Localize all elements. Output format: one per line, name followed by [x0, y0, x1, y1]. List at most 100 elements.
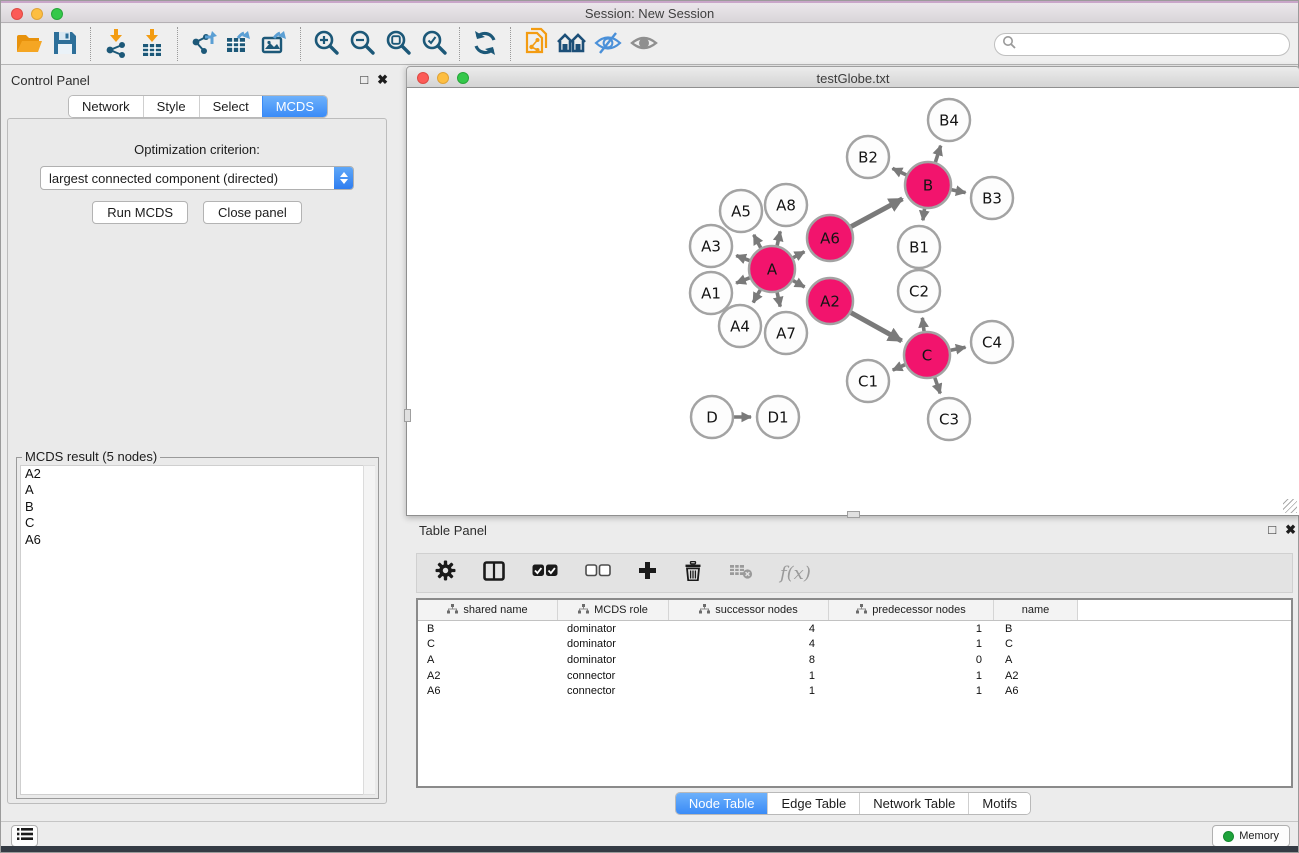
- import-table-button[interactable]: [134, 27, 170, 61]
- graph-node-A[interactable]: A: [749, 246, 795, 292]
- edge-A-A4[interactable]: [753, 290, 760, 303]
- cell[interactable]: A: [418, 654, 558, 666]
- cell[interactable]: 4: [669, 623, 829, 635]
- cell[interactable]: connector: [558, 670, 669, 682]
- edge-A-A2[interactable]: [793, 281, 805, 287]
- cell[interactable]: A: [994, 654, 1078, 666]
- result-list-scrollbar[interactable]: [363, 465, 375, 795]
- table-row-A6[interactable]: A6connector11A6: [418, 683, 1291, 699]
- graph-node-A4[interactable]: A4: [719, 305, 761, 347]
- home-button[interactable]: [554, 27, 590, 61]
- graph-node-B4[interactable]: B4: [928, 99, 970, 141]
- cell[interactable]: dominator: [558, 638, 669, 650]
- graph-node-D1[interactable]: D1: [757, 396, 799, 438]
- table-row-A[interactable]: Adominator80A: [418, 652, 1291, 668]
- export-network-button[interactable]: [185, 27, 221, 61]
- tab-network[interactable]: Network: [69, 96, 143, 117]
- edge-C-C2[interactable]: [922, 318, 924, 331]
- graph-node-B1[interactable]: B1: [898, 226, 940, 268]
- zoom-selected-button[interactable]: [416, 27, 452, 61]
- float-panel-icon[interactable]: □: [360, 72, 368, 88]
- add-column-icon[interactable]: [638, 561, 657, 585]
- edge-A-A8[interactable]: [777, 231, 780, 245]
- column-header-name[interactable]: name: [994, 600, 1078, 620]
- cell[interactable]: dominator: [558, 654, 669, 666]
- edge-C-C4[interactable]: [951, 347, 966, 350]
- edge-C-C1[interactable]: [893, 365, 905, 370]
- cell[interactable]: C: [994, 638, 1078, 650]
- cell[interactable]: 1: [829, 638, 994, 650]
- cell[interactable]: A2: [994, 670, 1078, 682]
- zoom-out-button[interactable]: [344, 27, 380, 61]
- result-item-A[interactable]: A: [21, 482, 374, 498]
- graph-node-A1[interactable]: A1: [690, 272, 732, 314]
- edge-B-B4[interactable]: [935, 146, 940, 162]
- criterion-dropdown[interactable]: largest connected component (directed): [40, 166, 354, 190]
- graph-node-C4[interactable]: C4: [971, 321, 1013, 363]
- export-table-button[interactable]: [221, 27, 257, 61]
- edge-A-A6[interactable]: [793, 252, 804, 258]
- graph-node-C[interactable]: C: [904, 332, 950, 378]
- tab-style[interactable]: Style: [143, 96, 199, 117]
- edge-B-B1[interactable]: [923, 209, 925, 221]
- graph-node-B3[interactable]: B3: [971, 177, 1013, 219]
- export-image-button[interactable]: [257, 27, 293, 61]
- graph-node-D[interactable]: D: [691, 396, 733, 438]
- import-network-button[interactable]: [98, 27, 134, 61]
- split-columns-icon[interactable]: [483, 561, 505, 586]
- edge-A-A7[interactable]: [777, 292, 780, 306]
- edge-C-C3[interactable]: [935, 378, 940, 394]
- hide-panels-button[interactable]: [590, 27, 626, 61]
- edge-A2-C[interactable]: [851, 313, 902, 341]
- zoom-in-button[interactable]: [308, 27, 344, 61]
- gear-icon[interactable]: [435, 560, 456, 586]
- search-input[interactable]: [1016, 36, 1289, 54]
- edge-B-B2[interactable]: [892, 168, 906, 174]
- search-field[interactable]: [994, 33, 1290, 56]
- table-row-A2[interactable]: A2connector11A2: [418, 668, 1291, 684]
- column-header-successor-nodes[interactable]: successor nodes: [669, 600, 829, 620]
- select-all-checkboxes-icon[interactable]: [532, 564, 558, 582]
- result-item-A6[interactable]: A6: [21, 532, 374, 548]
- graph-node-C3[interactable]: C3: [928, 398, 970, 440]
- graph-node-B[interactable]: B: [905, 162, 951, 208]
- show-overview-button[interactable]: [626, 27, 662, 61]
- tab-select[interactable]: Select: [199, 96, 262, 117]
- zoom-fit-button[interactable]: [380, 27, 416, 61]
- table-row-B[interactable]: Bdominator41B: [418, 621, 1291, 637]
- tab-motifs[interactable]: Motifs: [968, 793, 1030, 814]
- graph-node-C1[interactable]: C1: [847, 360, 889, 402]
- cell[interactable]: connector: [558, 685, 669, 697]
- close-table-panel-icon[interactable]: ✖: [1285, 522, 1296, 538]
- column-header-shared-name[interactable]: shared name: [418, 600, 558, 620]
- float-table-panel-icon[interactable]: □: [1268, 522, 1276, 538]
- task-history-button[interactable]: [11, 825, 38, 847]
- cell[interactable]: B: [418, 623, 558, 635]
- edge-A-A5[interactable]: [754, 235, 761, 248]
- graph-node-B2[interactable]: B2: [847, 136, 889, 178]
- cell[interactable]: 4: [669, 638, 829, 650]
- edge-A-A3[interactable]: [736, 256, 749, 261]
- cell[interactable]: A6: [994, 685, 1078, 697]
- function-builder-icon[interactable]: f(x): [780, 563, 811, 584]
- network-graph[interactable]: B4B2BB3A5A8A6B1A3AC2A1A2A4A7C4CC1C3DD1: [407, 88, 1297, 514]
- cell[interactable]: B: [994, 623, 1078, 635]
- network-canvas[interactable]: B4B2BB3A5A8A6B1A3AC2A1A2A4A7C4CC1C3DD1: [406, 88, 1299, 516]
- memory-button[interactable]: Memory: [1212, 825, 1290, 847]
- run-mcds-button[interactable]: Run MCDS: [92, 201, 188, 224]
- result-item-A2[interactable]: A2: [21, 466, 374, 482]
- cell[interactable]: 1: [829, 670, 994, 682]
- cell[interactable]: C: [418, 638, 558, 650]
- tab-node-table[interactable]: Node Table: [676, 793, 768, 814]
- edge-A-A1[interactable]: [736, 278, 750, 283]
- table-row-C[interactable]: Cdominator41C: [418, 637, 1291, 653]
- close-panel-icon[interactable]: ✖: [377, 72, 388, 88]
- graph-node-A7[interactable]: A7: [765, 312, 807, 354]
- graph-node-A3[interactable]: A3: [690, 225, 732, 267]
- network-snapshot-button[interactable]: [518, 27, 554, 61]
- result-item-B[interactable]: B: [21, 499, 374, 515]
- graph-node-A5[interactable]: A5: [720, 190, 762, 232]
- cell[interactable]: 1: [669, 685, 829, 697]
- column-header-predecessor-nodes[interactable]: predecessor nodes: [829, 600, 994, 620]
- tab-edge-table[interactable]: Edge Table: [767, 793, 859, 814]
